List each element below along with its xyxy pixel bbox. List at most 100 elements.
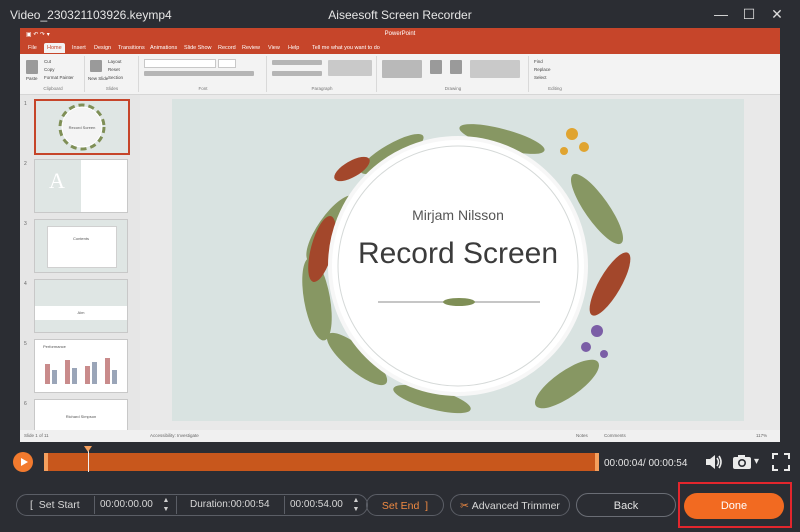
back-button[interactable]: Back [576, 493, 676, 517]
slide-thumbnail: Performance [34, 339, 128, 393]
new-slide-icon [90, 60, 102, 72]
ppt-tab-slideshow: Slide Show [184, 45, 212, 51]
fullscreen-icon[interactable] [772, 452, 790, 477]
title-bar: Video_230321103926.keymp4 Aiseesoft Scre… [0, 0, 800, 28]
replace-label: Replace [534, 67, 551, 72]
set-end-button[interactable]: Set End ] [366, 494, 444, 516]
list-icons [272, 60, 322, 65]
divider [176, 496, 177, 514]
set-start-button[interactable]: [ Set Start [30, 495, 80, 515]
ppt-tab-file: File [28, 45, 37, 51]
playhead-marker-icon[interactable] [84, 446, 92, 452]
slides-group-label: Slides [105, 86, 119, 91]
arrange-icon [430, 60, 442, 74]
trim-start-handle[interactable] [44, 453, 48, 471]
cut-label: Cut [44, 59, 52, 64]
quick-styles-icon [450, 60, 462, 74]
ppt-tab-record: Record [218, 45, 236, 51]
slide-count: Slide 1 of 11 [24, 433, 49, 438]
editing-group-label: Editing [548, 86, 562, 91]
advanced-trimmer-label: Advanced Trimmer [471, 500, 560, 512]
new-slide-label: New Slide [88, 76, 109, 81]
thumb-text: Aim [77, 310, 85, 315]
app-title: Aiseesoft Screen Recorder [328, 8, 472, 22]
zoom-level: 117% [756, 433, 768, 438]
ppt-status-bar: Slide 1 of 11 Accessibility: Investigate… [20, 430, 780, 442]
ribbon-group-font: Font [140, 56, 267, 92]
accessibility-status: Accessibility: Investigate [150, 433, 199, 438]
ribbon-group-paragraph: Paragraph [268, 56, 377, 92]
set-start-label: Set Start [38, 499, 80, 511]
camera-icon[interactable] [732, 452, 752, 477]
chevron-down-icon[interactable]: ▾ [754, 456, 759, 467]
trim-end-handle[interactable] [595, 453, 599, 471]
main-slide: Mirjam Nilsson Record Screen [172, 99, 744, 421]
copy-label: Copy [44, 67, 55, 72]
thumb-text: Record Screen [68, 125, 96, 130]
section-label: Section [108, 75, 124, 80]
ppt-title: PowerPoint [384, 31, 416, 37]
slide-thumbnail: Record Screen [34, 99, 130, 155]
advanced-trimmer-button[interactable]: ✂ Advanced Trimmer [450, 494, 570, 516]
scissors-icon: ✂ [460, 500, 469, 512]
volume-icon[interactable] [704, 452, 724, 477]
slide-thumbnail: Richard Simpson [34, 399, 128, 430]
ppt-tab-transitions: Transitions [118, 45, 145, 51]
shapes-gallery-icon [382, 60, 422, 78]
paragraph-group-label: Paragraph [311, 86, 333, 91]
format-painter-label: Format Painter [44, 75, 74, 80]
start-time-stepper[interactable]: ▲ ▼ [162, 496, 170, 514]
ppt-ribbon: Paste Cut Copy Format Painter Clipboard … [20, 54, 780, 95]
video-preview: ▣ ↶ ↷ ▾ PowerPoint File Home Insert Desi… [20, 28, 780, 442]
thumb-card [47, 226, 117, 268]
slide-thumbnail-pane: 1 Record Screen 2 A 3 Contents 4 Aim 5 P… [20, 95, 140, 430]
comments-status: Comments [604, 433, 626, 438]
ppt-tab-animations: Animations [150, 45, 178, 51]
ppt-tab-design: Design [94, 45, 112, 51]
reset-label: Reset [108, 67, 120, 72]
set-end-label: Set End [381, 500, 420, 512]
minimize-button[interactable]: — [710, 4, 732, 24]
done-button[interactable]: Done [684, 493, 784, 519]
thumb-letter: A [49, 168, 65, 193]
thumb-text: Contents [72, 236, 89, 241]
thumb-number: 1 [24, 101, 27, 107]
thumb-number: 3 [24, 221, 27, 227]
thumb-number: 4 [24, 281, 27, 287]
ppt-tab-row: File Home Insert Design Transitions Anim… [20, 42, 780, 54]
timecode: 00:00:04/ 00:00:54 [604, 458, 688, 469]
end-time-input[interactable]: 00:00:54.00 [290, 495, 343, 515]
timeline-track[interactable] [44, 453, 599, 471]
ppt-tab-review: Review [242, 45, 261, 51]
thumb-number: 2 [24, 161, 27, 167]
ppt-tab-view: View [268, 45, 280, 51]
ribbon-group-drawing: Drawing [378, 56, 529, 92]
ppt-tab-help: Help [288, 45, 300, 51]
start-time-input[interactable]: 00:00:00.00 [100, 495, 153, 515]
ribbon-group-editing: Find Replace Select Editing [530, 56, 580, 92]
slide-title: Record Screen [357, 237, 559, 270]
notes-status: Notes [576, 433, 588, 438]
thumb-number: 6 [24, 401, 27, 407]
slide-thumbnail: Contents [34, 219, 128, 273]
ribbon-group-clipboard: Paste Cut Copy Format Painter Clipboard [22, 56, 85, 92]
end-time-stepper[interactable]: ▲ ▼ [352, 496, 360, 514]
ppt-tell-me: Tell me what you want to do [312, 45, 380, 51]
ribbon-group-slides: New Slide Layout Reset Section Slides [86, 56, 139, 92]
find-label: Find [534, 59, 543, 64]
divider [94, 496, 95, 514]
close-button[interactable]: ✕ [766, 4, 788, 24]
font-format-icons [144, 71, 254, 76]
thumb-number: 5 [24, 341, 27, 347]
shape-fill-icons [470, 60, 520, 78]
slide-thumbnail: Aim [34, 279, 128, 333]
ppt-title-bar: ▣ ↶ ↷ ▾ PowerPoint [20, 28, 780, 42]
text-direction-icons [328, 60, 372, 76]
slide-thumbnail: A [34, 159, 128, 213]
align-icons [272, 71, 322, 76]
play-button[interactable] [13, 452, 33, 472]
slide-editor: Mirjam Nilsson Record Screen [140, 95, 780, 430]
maximize-button[interactable]: ☐ [738, 4, 760, 24]
divider [284, 496, 285, 514]
font-name-box [144, 59, 216, 68]
